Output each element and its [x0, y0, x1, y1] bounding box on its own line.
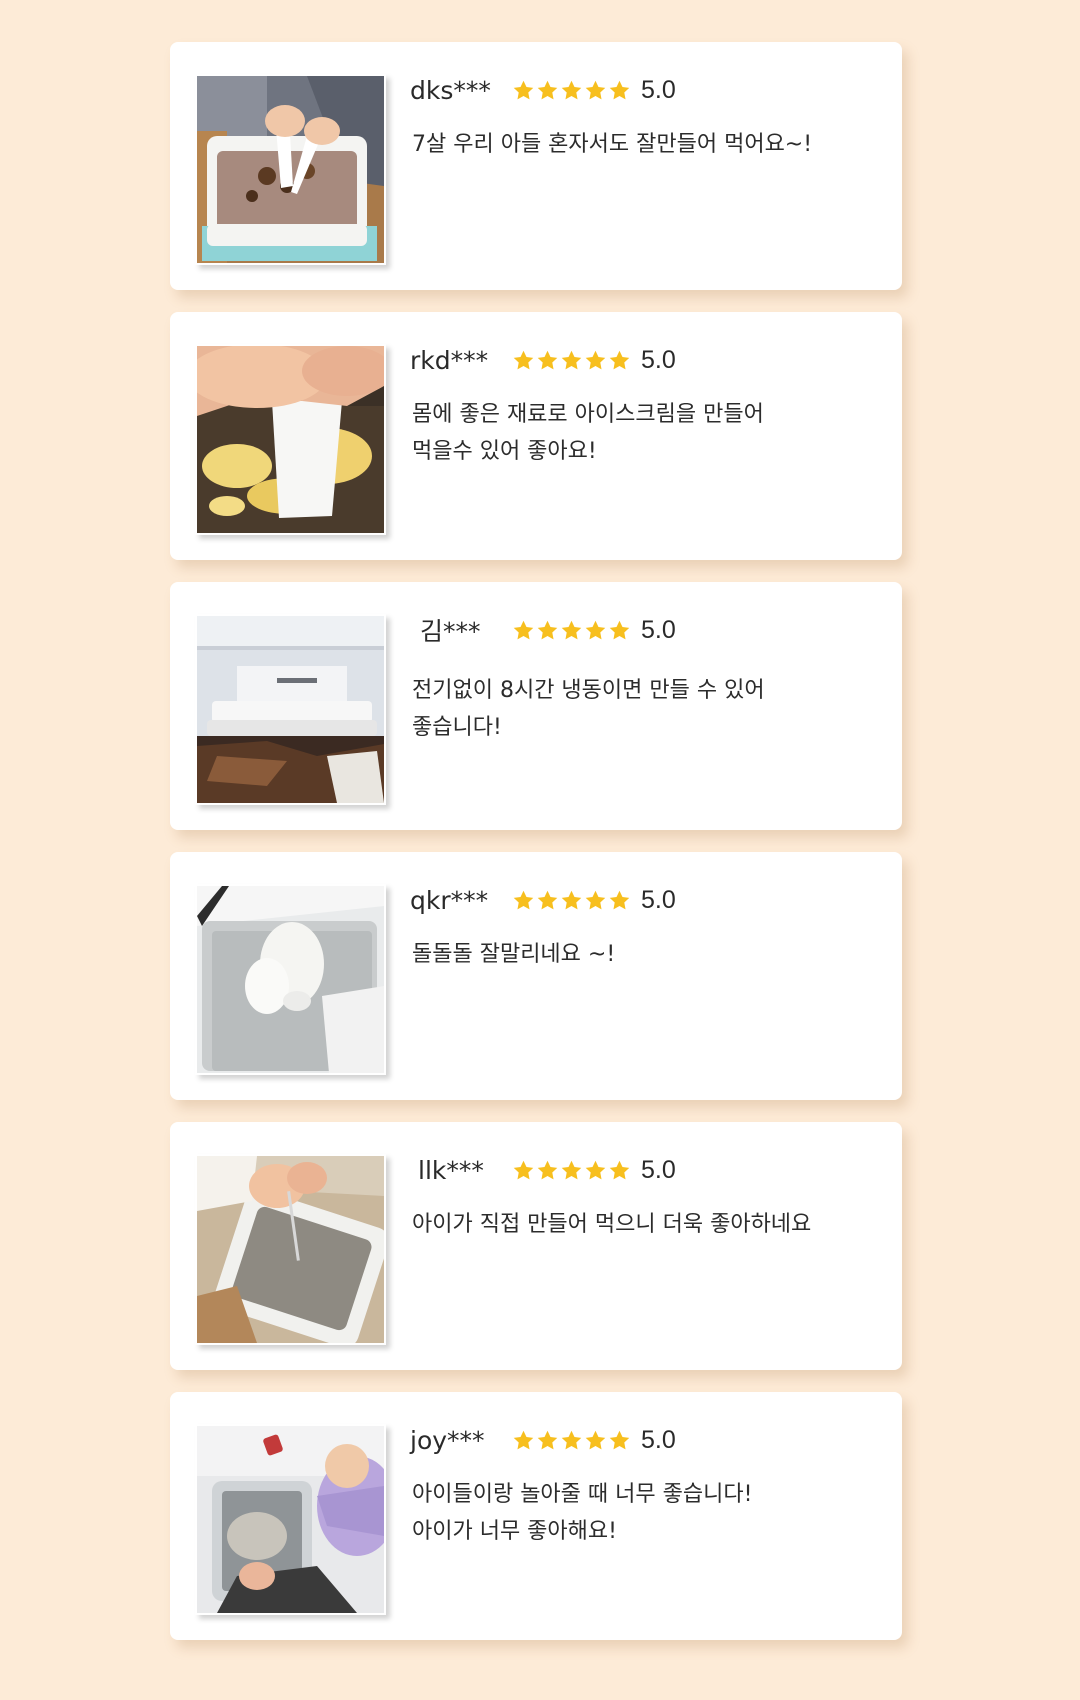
star-icon: [513, 1160, 534, 1179]
review-text: 아이가 직접 만들어 먹으니 더욱 좋아하네요: [412, 1206, 882, 1243]
star-icon: [609, 890, 630, 909]
star-icon: [609, 350, 630, 369]
star-icon: [609, 1160, 630, 1179]
review-header: dks*** 5.0: [410, 72, 676, 108]
star-icon: [513, 890, 534, 909]
review-text: 돌돌돌 잘말리네요 ~!: [412, 936, 882, 973]
review-photo[interactable]: [195, 1424, 386, 1615]
review-photo[interactable]: [195, 344, 386, 535]
star-icon: [561, 350, 582, 369]
star-rating: [512, 889, 631, 912]
rating-value: 5.0: [641, 1425, 676, 1454]
star-icon: [537, 890, 558, 909]
review-text-line: 몸에 좋은 재료로 아이스크림을 만들어: [412, 402, 764, 427]
rating-value: 5.0: [641, 615, 676, 644]
review-card: joy*** 5.0 아이들이랑 놀아줄 때 너무 좋습니다! 아이가 너무 좋…: [170, 1392, 902, 1640]
username: joy***: [410, 1425, 485, 1455]
star-icon: [585, 890, 606, 909]
review-text: 몸에 좋은 재료로 아이스크림을 만들어 먹을수 있어 좋아요!: [412, 396, 882, 470]
review-card: llk*** 5.0 아이가 직접 만들어 먹으니 더욱 좋아하네요: [170, 1122, 902, 1370]
review-photo[interactable]: [195, 1154, 386, 1345]
review-header: 김*** 5.0: [410, 612, 676, 648]
review-header: rkd*** 5.0: [410, 342, 676, 378]
rating-value: 5.0: [641, 75, 676, 104]
rating-value: 5.0: [641, 345, 676, 374]
star-icon: [537, 1160, 558, 1179]
review-text-line: 아이가 직접 만들어 먹으니 더욱 좋아하네요: [412, 1212, 812, 1237]
review-photo[interactable]: [195, 614, 386, 805]
review-header: qkr*** 5.0: [410, 882, 676, 918]
review-text-line: 아이들이랑 놀아줄 때 너무 좋습니다!: [412, 1482, 753, 1507]
star-icon: [537, 1430, 558, 1449]
star-icon: [585, 1160, 606, 1179]
star-icon: [585, 1430, 606, 1449]
review-text: 전기없이 8시간 냉동이면 만들 수 있어 좋습니다!: [412, 672, 882, 746]
username: llk***: [418, 1155, 484, 1185]
star-icon: [585, 80, 606, 99]
rating-value: 5.0: [641, 885, 676, 914]
star-icon: [537, 620, 558, 639]
review-text-line: 아이가 너무 좋아해요!: [412, 1519, 617, 1544]
star-icon: [609, 1430, 630, 1449]
star-icon: [513, 620, 534, 639]
review-text-line: 7살 우리 아들 혼자서도 잘만들어 먹어요~!: [412, 132, 813, 157]
review-photo[interactable]: [195, 74, 386, 265]
review-text-line: 먹을수 있어 좋아요!: [412, 439, 597, 464]
star-icon: [561, 1430, 582, 1449]
review-card: rkd*** 5.0 몸에 좋은 재료로 아이스크림을 만들어 먹을수 있어 좋…: [170, 312, 902, 560]
review-text: 아이들이랑 놀아줄 때 너무 좋습니다! 아이가 너무 좋아해요!: [412, 1476, 882, 1550]
star-icon: [561, 1160, 582, 1179]
star-icon: [513, 80, 534, 99]
star-icon: [537, 80, 558, 99]
username: rkd***: [410, 345, 489, 375]
review-text: 7살 우리 아들 혼자서도 잘만들어 먹어요~!: [412, 126, 882, 163]
username: qkr***: [410, 885, 489, 915]
star-icon: [561, 890, 582, 909]
star-rating: [512, 619, 631, 642]
star-icon: [585, 350, 606, 369]
review-list: dks*** 5.0 7살 우리 아들 혼자서도 잘만들어 먹어요~! rkd*…: [170, 42, 902, 1640]
star-icon: [561, 620, 582, 639]
review-card: qkr*** 5.0 돌돌돌 잘말리네요 ~!: [170, 852, 902, 1100]
star-icon: [561, 80, 582, 99]
star-rating: [512, 1159, 631, 1182]
star-icon: [609, 80, 630, 99]
star-icon: [537, 350, 558, 369]
star-icon: [513, 1430, 534, 1449]
rating-value: 5.0: [641, 1155, 676, 1184]
star-icon: [585, 620, 606, 639]
review-header: joy*** 5.0: [410, 1422, 676, 1458]
review-card: dks*** 5.0 7살 우리 아들 혼자서도 잘만들어 먹어요~!: [170, 42, 902, 290]
star-rating: [512, 349, 631, 372]
review-photo[interactable]: [195, 884, 386, 1075]
star-rating: [512, 79, 631, 102]
review-text-line: 돌돌돌 잘말리네요 ~!: [412, 942, 616, 967]
star-icon: [513, 350, 534, 369]
star-icon: [609, 620, 630, 639]
username: 김***: [420, 617, 481, 646]
review-text-line: 전기없이 8시간 냉동이면 만들 수 있어: [412, 678, 765, 703]
review-header: llk*** 5.0: [410, 1152, 676, 1188]
review-card: 김*** 5.0 전기없이 8시간 냉동이면 만들 수 있어 좋습니다!: [170, 582, 902, 830]
username: dks***: [410, 75, 491, 105]
star-rating: [512, 1429, 631, 1452]
review-text-line: 좋습니다!: [412, 715, 502, 740]
